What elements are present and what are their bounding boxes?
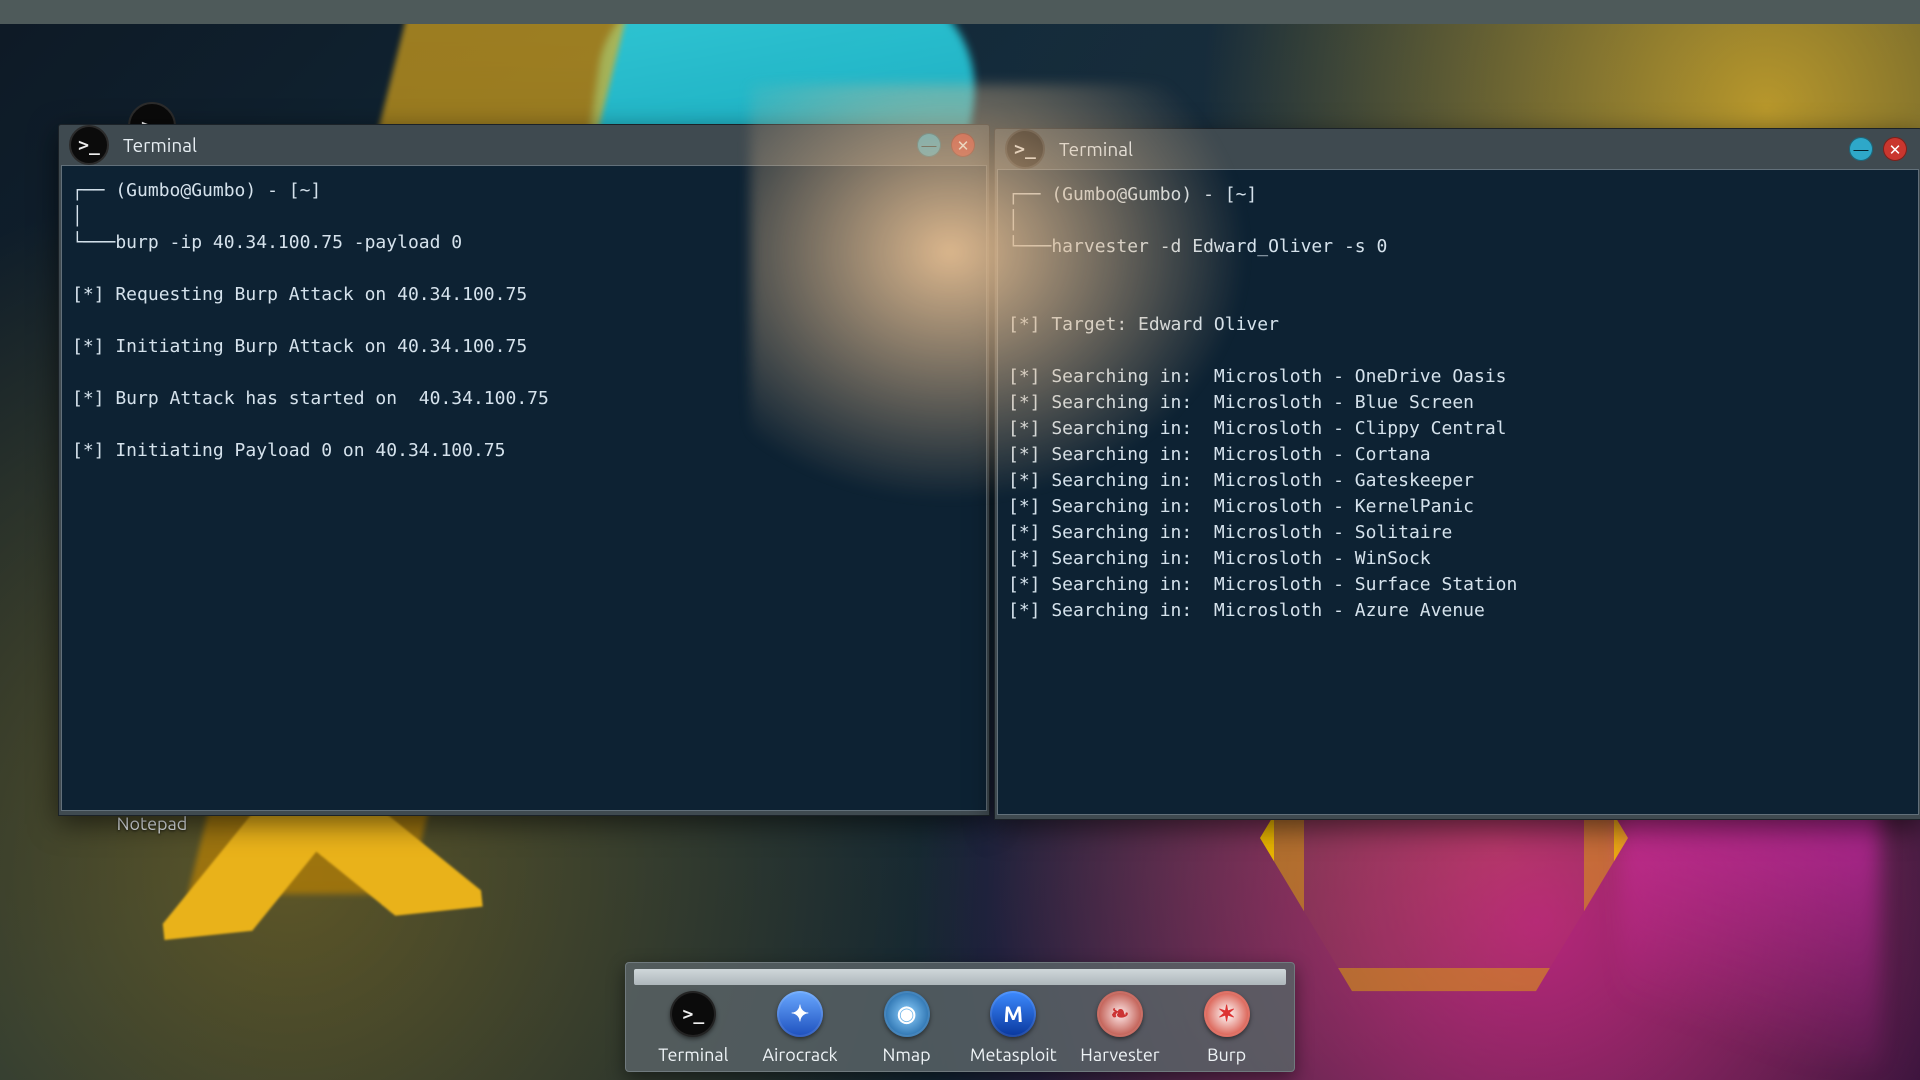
terminal-line: [*] Initiating Payload 0 on 40.34.100.75 xyxy=(72,440,505,461)
dock-item-label: Harvester xyxy=(1080,1045,1159,1065)
dock-item-label: Airocrack xyxy=(762,1045,837,1065)
terminal-icon: >_ xyxy=(1005,129,1045,169)
terminal-icon: >_ xyxy=(69,125,109,165)
dock-item-metasploit[interactable]: M Metasploit xyxy=(963,991,1063,1065)
terminal-line: [*] Searching in: Microsloth - WinSock xyxy=(1008,548,1431,569)
terminal-line: [*] Target: Edward Oliver xyxy=(1008,314,1279,335)
terminal-line: [*] Burp Attack has started on 40.34.100… xyxy=(72,388,549,409)
desktop-icon-notepad[interactable]: Notepad xyxy=(92,814,212,834)
terminal-line: [*] Searching in: Microsloth - Clippy Ce… xyxy=(1008,418,1507,439)
window-titlebar[interactable]: >_ Terminal — ✕ xyxy=(995,129,1920,169)
nmap-icon: ◉ xyxy=(884,991,930,1037)
prompt-pipe: │ xyxy=(1008,210,1019,231)
dock: >_ Terminal ✦ Airocrack ◉ Nmap M Metaspl… xyxy=(625,962,1295,1072)
burp-icon: ✶ xyxy=(1204,991,1250,1037)
minimize-button[interactable]: — xyxy=(1849,137,1873,161)
dock-item-airocrack[interactable]: ✦ Airocrack xyxy=(750,991,850,1065)
dock-item-harvester[interactable]: ❧ Harvester xyxy=(1070,991,1170,1065)
desktop-wallpaper: >_ Terminal Notepad >_ Terminal — ✕ ┌── … xyxy=(0,24,1920,1080)
terminal-output[interactable]: ┌── (Gumbo@Gumbo) - [~] │ └───harvester … xyxy=(997,169,1919,815)
minimize-button[interactable]: — xyxy=(917,133,941,157)
terminal-window-left[interactable]: >_ Terminal — ✕ ┌── (Gumbo@Gumbo) - [~] … xyxy=(58,124,990,816)
window-titlebar[interactable]: >_ Terminal — ✕ xyxy=(59,125,989,165)
harvester-icon: ❧ xyxy=(1097,991,1143,1037)
terminal-line: [*] Searching in: Microsloth - Surface S… xyxy=(1008,574,1517,595)
terminal-output[interactable]: ┌── (Gumbo@Gumbo) - [~] │ └───burp -ip 4… xyxy=(61,165,987,811)
terminal-line: [*] Requesting Burp Attack on 40.34.100.… xyxy=(72,284,527,305)
dock-item-label: Nmap xyxy=(883,1045,931,1065)
terminal-line: [*] Searching in: Microsloth - Blue Scre… xyxy=(1008,392,1474,413)
window-title: Terminal xyxy=(123,134,197,156)
close-button[interactable]: ✕ xyxy=(1883,137,1907,161)
window-title: Terminal xyxy=(1059,138,1133,160)
terminal-line: [*] Searching in: Microsloth - Cortana xyxy=(1008,444,1431,465)
prompt-command: └───burp -ip 40.34.100.75 -payload 0 xyxy=(72,232,462,253)
dock-item-label: Terminal xyxy=(658,1045,728,1065)
terminal-line: [*] Searching in: Microsloth - Gateskeep… xyxy=(1008,470,1474,491)
terminal-line: [*] Searching in: Microsloth - OneDrive … xyxy=(1008,366,1507,387)
terminal-line: [*] Searching in: Microsloth - Azure Ave… xyxy=(1008,600,1485,621)
prompt-pipe: │ xyxy=(72,206,83,227)
metasploit-icon: M xyxy=(990,991,1036,1037)
dock-item-label: Metasploit xyxy=(970,1045,1057,1065)
terminal-line: [*] Searching in: Microsloth - Solitaire xyxy=(1008,522,1452,543)
terminal-line: [*] Initiating Burp Attack on 40.34.100.… xyxy=(72,336,527,357)
dock-item-terminal[interactable]: >_ Terminal xyxy=(643,991,743,1065)
close-button[interactable]: ✕ xyxy=(951,133,975,157)
prompt-command: └───harvester -d Edward_Oliver -s 0 xyxy=(1008,236,1387,257)
prompt-header: ┌── (Gumbo@Gumbo) - [~] xyxy=(1008,184,1257,205)
dock-item-nmap[interactable]: ◉ Nmap xyxy=(857,991,957,1065)
dock-item-burp[interactable]: ✶ Burp xyxy=(1177,991,1277,1065)
terminal-window-right[interactable]: >_ Terminal — ✕ ┌── (Gumbo@Gumbo) - [~] … xyxy=(994,128,1920,820)
system-titlebar xyxy=(0,0,1920,24)
airocrack-icon: ✦ xyxy=(777,991,823,1037)
dock-item-label: Burp xyxy=(1207,1045,1246,1065)
terminal-icon: >_ xyxy=(670,991,716,1037)
terminal-line: [*] Searching in: Microsloth - KernelPan… xyxy=(1008,496,1474,517)
prompt-header: ┌── (Gumbo@Gumbo) - [~] xyxy=(72,180,321,201)
desktop-icon-label: Notepad xyxy=(92,814,212,834)
